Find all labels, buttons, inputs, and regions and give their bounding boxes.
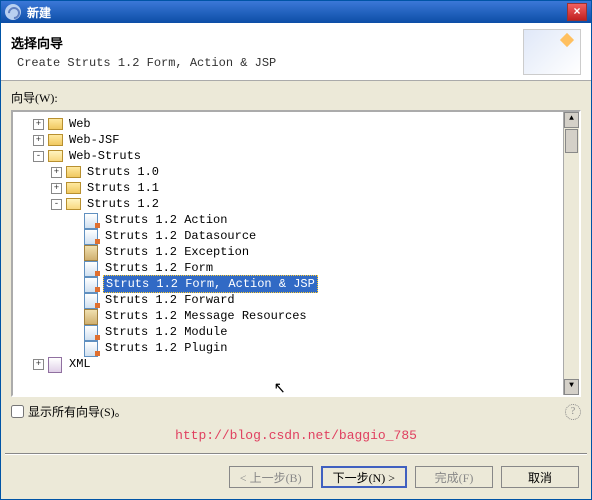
- tree-item-label: Struts 1.2 Exception: [103, 244, 251, 260]
- tree-item[interactable]: Struts 1.2 Forward: [15, 292, 577, 308]
- wizard-item-icon: [84, 293, 99, 307]
- expand-toggle[interactable]: +: [33, 119, 44, 130]
- tree-folder[interactable]: + Struts 1.0: [15, 164, 577, 180]
- tree-folder[interactable]: + XML: [15, 356, 577, 372]
- folder-open-icon: [48, 150, 63, 162]
- tree-item-label: Struts 1.2 Plugin: [103, 340, 229, 356]
- content-area: 向导(W): + Web + Web-JSF - Web-Struts + Struts 1.…: [1, 81, 591, 453]
- wizard-icon: [523, 29, 581, 75]
- expand-toggle[interactable]: +: [33, 135, 44, 146]
- tree-item[interactable]: Struts 1.2 Form, Action & JSP: [15, 276, 577, 292]
- tree-item-label: Struts 1.2 Message Resources: [103, 308, 309, 324]
- tree-folder[interactable]: + Web-JSF: [15, 132, 577, 148]
- tree-item[interactable]: Struts 1.2 Exception: [15, 244, 577, 260]
- tree-item-label: Struts 1.2 Form: [103, 260, 215, 276]
- watermark: http://blog.csdn.net/baggio_785: [11, 422, 581, 453]
- tree-item[interactable]: Struts 1.2 Message Resources: [15, 308, 577, 324]
- show-all-label: 显示所有向导(S)。: [28, 403, 127, 420]
- banner-title: 选择向导: [11, 33, 523, 52]
- expand-toggle[interactable]: +: [33, 359, 44, 370]
- tree-item-label: Web-JSF: [67, 132, 121, 148]
- banner: 选择向导 Create Struts 1.2 Form, Action & JS…: [1, 23, 591, 81]
- folder-icon: [48, 134, 63, 146]
- tree-item-label: Struts 1.2 Forward: [103, 292, 237, 308]
- folder-icon: [66, 182, 81, 194]
- show-all-row: 显示所有向导(S)。 ?: [11, 403, 581, 420]
- wizard-tree[interactable]: + Web + Web-JSF - Web-Struts + Struts 1.0 + Strut…: [11, 110, 581, 397]
- dialog-window: 新建 × 选择向导 Create Struts 1.2 Form, Action…: [0, 0, 592, 500]
- show-all-checkbox[interactable]: [11, 405, 24, 418]
- tree-item[interactable]: Struts 1.2 Form: [15, 260, 577, 276]
- tree-item[interactable]: Struts 1.2 Datasource: [15, 228, 577, 244]
- wizards-label: 向导(W):: [11, 89, 581, 106]
- wizard-item-icon: [84, 261, 99, 275]
- expand-toggle[interactable]: +: [51, 167, 62, 178]
- resource-icon: [84, 245, 99, 259]
- scrollbar[interactable]: ▲ ▼: [563, 112, 579, 395]
- titlebar[interactable]: 新建 ×: [1, 1, 591, 23]
- next-button[interactable]: 下一步(N) >: [321, 466, 407, 488]
- wizard-item-icon: [84, 341, 99, 355]
- expand-toggle[interactable]: +: [51, 183, 62, 194]
- tree-item[interactable]: Struts 1.2 Module: [15, 324, 577, 340]
- wizard-item-icon: [84, 325, 99, 339]
- titlebar-title: 新建: [27, 4, 567, 21]
- tree-item-label: Struts 1.2 Action: [103, 212, 229, 228]
- scroll-up-button[interactable]: ▲: [564, 112, 579, 128]
- tree-item-label: Struts 1.2 Module: [103, 324, 229, 340]
- tree-item[interactable]: Struts 1.2 Plugin: [15, 340, 577, 356]
- finish-button[interactable]: 完成(F): [415, 466, 493, 488]
- banner-text: 选择向导 Create Struts 1.2 Form, Action & JS…: [11, 33, 523, 70]
- wizard-item-icon: [84, 213, 99, 227]
- expand-toggle[interactable]: -: [33, 151, 44, 162]
- scroll-down-button[interactable]: ▼: [564, 379, 579, 395]
- xml-icon: [48, 357, 63, 371]
- button-bar: < 上一步(B) 下一步(N) > 完成(F) 取消: [1, 455, 591, 499]
- close-button[interactable]: ×: [567, 3, 587, 21]
- resource-icon: [84, 309, 99, 323]
- tree-folder[interactable]: - Struts 1.2: [15, 196, 577, 212]
- wizard-item-icon: [84, 229, 99, 243]
- tree-item-label: Struts 1.0: [85, 164, 161, 180]
- tree-item-label: Struts 1.2 Datasource: [103, 228, 258, 244]
- banner-subtitle: Create Struts 1.2 Form, Action & JSP: [17, 56, 523, 70]
- wizard-item-icon: [84, 277, 99, 291]
- scroll-thumb[interactable]: [565, 129, 578, 153]
- expand-toggle[interactable]: -: [51, 199, 62, 210]
- folder-open-icon: [66, 198, 81, 210]
- tree-item-label: XML: [67, 356, 93, 372]
- folder-icon: [66, 166, 81, 178]
- tree-item-label: Struts 1.2 Form, Action & JSP: [103, 275, 318, 293]
- tree-item-label: Web: [67, 116, 93, 132]
- tree-folder[interactable]: + Web: [15, 116, 577, 132]
- back-button[interactable]: < 上一步(B): [229, 466, 313, 488]
- tree-item-label: Web-Struts: [67, 148, 143, 164]
- tree-item-label: Struts 1.2: [85, 196, 161, 212]
- help-icon[interactable]: ?: [565, 404, 581, 420]
- tree-item-label: Struts 1.1: [85, 180, 161, 196]
- eclipse-icon: [5, 4, 21, 20]
- tree-folder[interactable]: - Web-Struts: [15, 148, 577, 164]
- cancel-button[interactable]: 取消: [501, 466, 579, 488]
- folder-icon: [48, 118, 63, 130]
- tree-folder[interactable]: + Struts 1.1: [15, 180, 577, 196]
- tree-item[interactable]: Struts 1.2 Action: [15, 212, 577, 228]
